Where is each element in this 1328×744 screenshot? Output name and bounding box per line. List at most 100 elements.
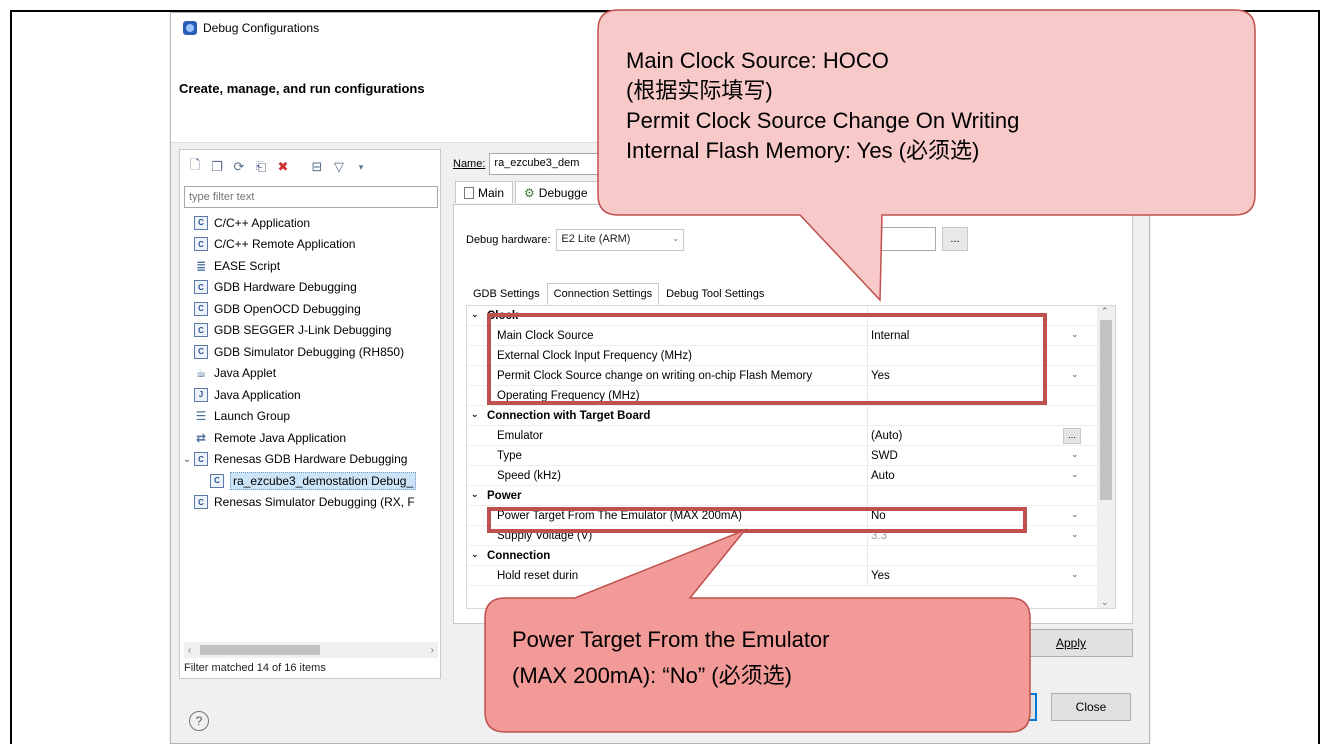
chevron-down-icon[interactable]: ⌄: [471, 409, 479, 420]
property-value[interactable]: Yes: [871, 570, 890, 582]
browse-button[interactable]: ...: [942, 227, 968, 251]
chevron-down-icon[interactable]: ⌄: [1071, 509, 1079, 520]
tab-debugger[interactable]: ⚙ Debugge: [515, 181, 606, 203]
target-device-input[interactable]: AF: [846, 227, 936, 251]
tree-item[interactable]: J Java Application: [180, 384, 440, 406]
property-category[interactable]: ⌄ Power: [467, 486, 1115, 506]
scroll-down-icon[interactable]: ⌄: [1101, 597, 1109, 608]
callout-line: Permit Clock Source Change On Writing: [626, 108, 1020, 133]
property-value[interactable]: (Auto): [871, 430, 902, 442]
script-icon: ≣: [195, 258, 207, 273]
dropdown-icon[interactable]: ▾: [352, 158, 370, 176]
scroll-left-icon[interactable]: ‹: [188, 645, 191, 656]
column-divider: [867, 406, 868, 426]
tree-item[interactable]: C C/C++ Application: [180, 212, 440, 234]
tree-item[interactable]: C GDB OpenOCD Debugging: [180, 298, 440, 320]
filter-status: Filter matched 14 of 16 items: [184, 662, 326, 674]
chevron-down-icon[interactable]: ⌄: [471, 549, 479, 560]
c-config-icon: C: [194, 344, 208, 359]
tree-item[interactable]: ☰ Launch Group: [180, 406, 440, 428]
tab-main[interactable]: Main: [455, 181, 514, 203]
export-icon[interactable]: ⎗: [252, 158, 270, 176]
column-divider: [867, 426, 868, 446]
delete-icon[interactable]: ✖: [274, 158, 292, 176]
c-config-icon: C: [194, 323, 208, 338]
tree-item-label: ra_ezcube3_demostation Debug_: [230, 471, 417, 490]
tree-item[interactable]: C GDB SEGGER J-Link Debugging: [180, 320, 440, 342]
tree-item-label: Launch Group: [214, 409, 291, 424]
apply-button[interactable]: Apply: [1009, 629, 1133, 657]
help-icon[interactable]: ?: [189, 711, 209, 731]
property-category[interactable]: ⌄ Connection with Target Board: [467, 406, 1115, 426]
callout-line: Internal Flash Memory: Yes (必须选): [626, 138, 980, 163]
chevron-down-icon[interactable]: ⌄: [1071, 329, 1079, 340]
scroll-up-icon[interactable]: ⌃: [1101, 306, 1109, 317]
launch-icon[interactable]: ⟳: [230, 158, 248, 176]
tree-item-label: EASE Script: [214, 258, 281, 273]
configuration-tree: C C/C++ Application C C/C++ Remote Applicat…: [180, 212, 440, 513]
property-row[interactable]: Type SWD ⌄: [467, 446, 1115, 466]
property-row[interactable]: Speed (kHz) Auto ⌄: [467, 466, 1115, 486]
java-applet-icon: ☕: [195, 366, 207, 381]
scroll-right-icon[interactable]: ›: [431, 645, 434, 656]
left-toolbar: 🗋 ❐ ⟳ ⎗ ✖ ⊟ ▽ ▾: [186, 156, 370, 178]
tree-item[interactable]: C C/C++ Remote Application: [180, 234, 440, 256]
tab-gdb-settings[interactable]: GDB Settings: [466, 283, 547, 305]
chevron-down-icon[interactable]: ⌄: [1071, 369, 1079, 380]
property-value[interactable]: Auto: [871, 470, 895, 482]
horizontal-scrollbar[interactable]: ‹ ›: [184, 642, 438, 658]
duplicate-icon[interactable]: ❐: [208, 158, 226, 176]
tree-item-label: Java Applet: [214, 366, 277, 381]
tree-item[interactable]: Cra_ezcube3_demostation Debug_: [180, 470, 440, 492]
column-divider: [867, 466, 868, 486]
filter-input[interactable]: [184, 186, 438, 208]
scroll-thumb[interactable]: [200, 645, 320, 655]
c-config-icon: C: [194, 237, 208, 252]
scroll-thumb[interactable]: [1100, 320, 1112, 500]
filter-icon[interactable]: ▽: [330, 158, 348, 176]
tree-item[interactable]: ☕ Java Applet: [180, 363, 440, 385]
property-key: Emulator: [497, 430, 544, 442]
property-row[interactable]: Hold reset durin Yes ⌄: [467, 566, 1115, 586]
collapse-icon[interactable]: ⊟: [308, 158, 326, 176]
new-config-icon[interactable]: 🗋: [186, 157, 204, 176]
debug-hardware-select[interactable]: E2 Lite (ARM) ⌄: [556, 229, 685, 251]
tab-debug-tool-settings[interactable]: Debug Tool Settings: [659, 283, 771, 305]
tree-item-label: Java Application: [214, 387, 301, 402]
tree-item-label: GDB Hardware Debugging: [214, 280, 357, 295]
tree-item-label: Renesas GDB Hardware Debugging: [214, 452, 408, 467]
debug-button[interactable]: Debug: [927, 693, 1037, 721]
property-key: Connection: [487, 550, 551, 562]
close-button[interactable]: Close: [1051, 693, 1131, 721]
c-config-icon: C: [194, 452, 208, 467]
property-category[interactable]: ⌄ Connection: [467, 546, 1115, 566]
property-row[interactable]: Emulator (Auto)...: [467, 426, 1115, 446]
launch-group-icon: ☰: [195, 409, 207, 424]
ellipsis-button[interactable]: ...: [1063, 428, 1081, 444]
chevron-down-icon[interactable]: ⌄: [471, 309, 479, 320]
configuration-editor-pane: Name: ra_ezcube3_dem Main ⚙ Debugge Debu…: [453, 149, 1143, 679]
chevron-down-icon[interactable]: ⌄: [1071, 449, 1079, 460]
tree-item[interactable]: ⌄ C Renesas GDB Hardware Debugging: [180, 449, 440, 471]
tab-connection-settings[interactable]: Connection Settings: [546, 283, 660, 305]
tree-item[interactable]: C GDB Hardware Debugging: [180, 277, 440, 299]
chevron-down-icon[interactable]: ⌄: [1071, 569, 1079, 580]
c-config-icon: C: [194, 495, 208, 510]
c-config-icon: C: [194, 280, 208, 295]
chevron-down-icon[interactable]: ⌄: [180, 454, 194, 465]
property-value[interactable]: SWD: [871, 450, 898, 462]
tree-item-label: C/C++ Remote Application: [214, 237, 356, 252]
tree-item[interactable]: C Renesas Simulator Debugging (RX, F: [180, 492, 440, 514]
tree-item[interactable]: ≣ EASE Script: [180, 255, 440, 277]
tree-item[interactable]: ⇄ Remote Java Application: [180, 427, 440, 449]
callout-line: Main Clock Source: HOCO: [626, 48, 889, 73]
debugger-tab-body: Debug hardware: E2 Lite (ARM) ⌄ AF ... G…: [453, 204, 1133, 624]
remote-java-icon: ⇄: [195, 430, 207, 445]
tree-item[interactable]: C GDB Simulator Debugging (RH850): [180, 341, 440, 363]
chevron-down-icon[interactable]: ⌄: [1071, 529, 1079, 540]
debug-hardware-label: Debug hardware:: [466, 234, 551, 246]
chevron-down-icon[interactable]: ⌄: [471, 489, 479, 500]
property-key: Hold reset durin: [497, 570, 579, 582]
vertical-scrollbar[interactable]: ⌃ ⌄: [1097, 306, 1115, 608]
chevron-down-icon[interactable]: ⌄: [1071, 469, 1079, 480]
